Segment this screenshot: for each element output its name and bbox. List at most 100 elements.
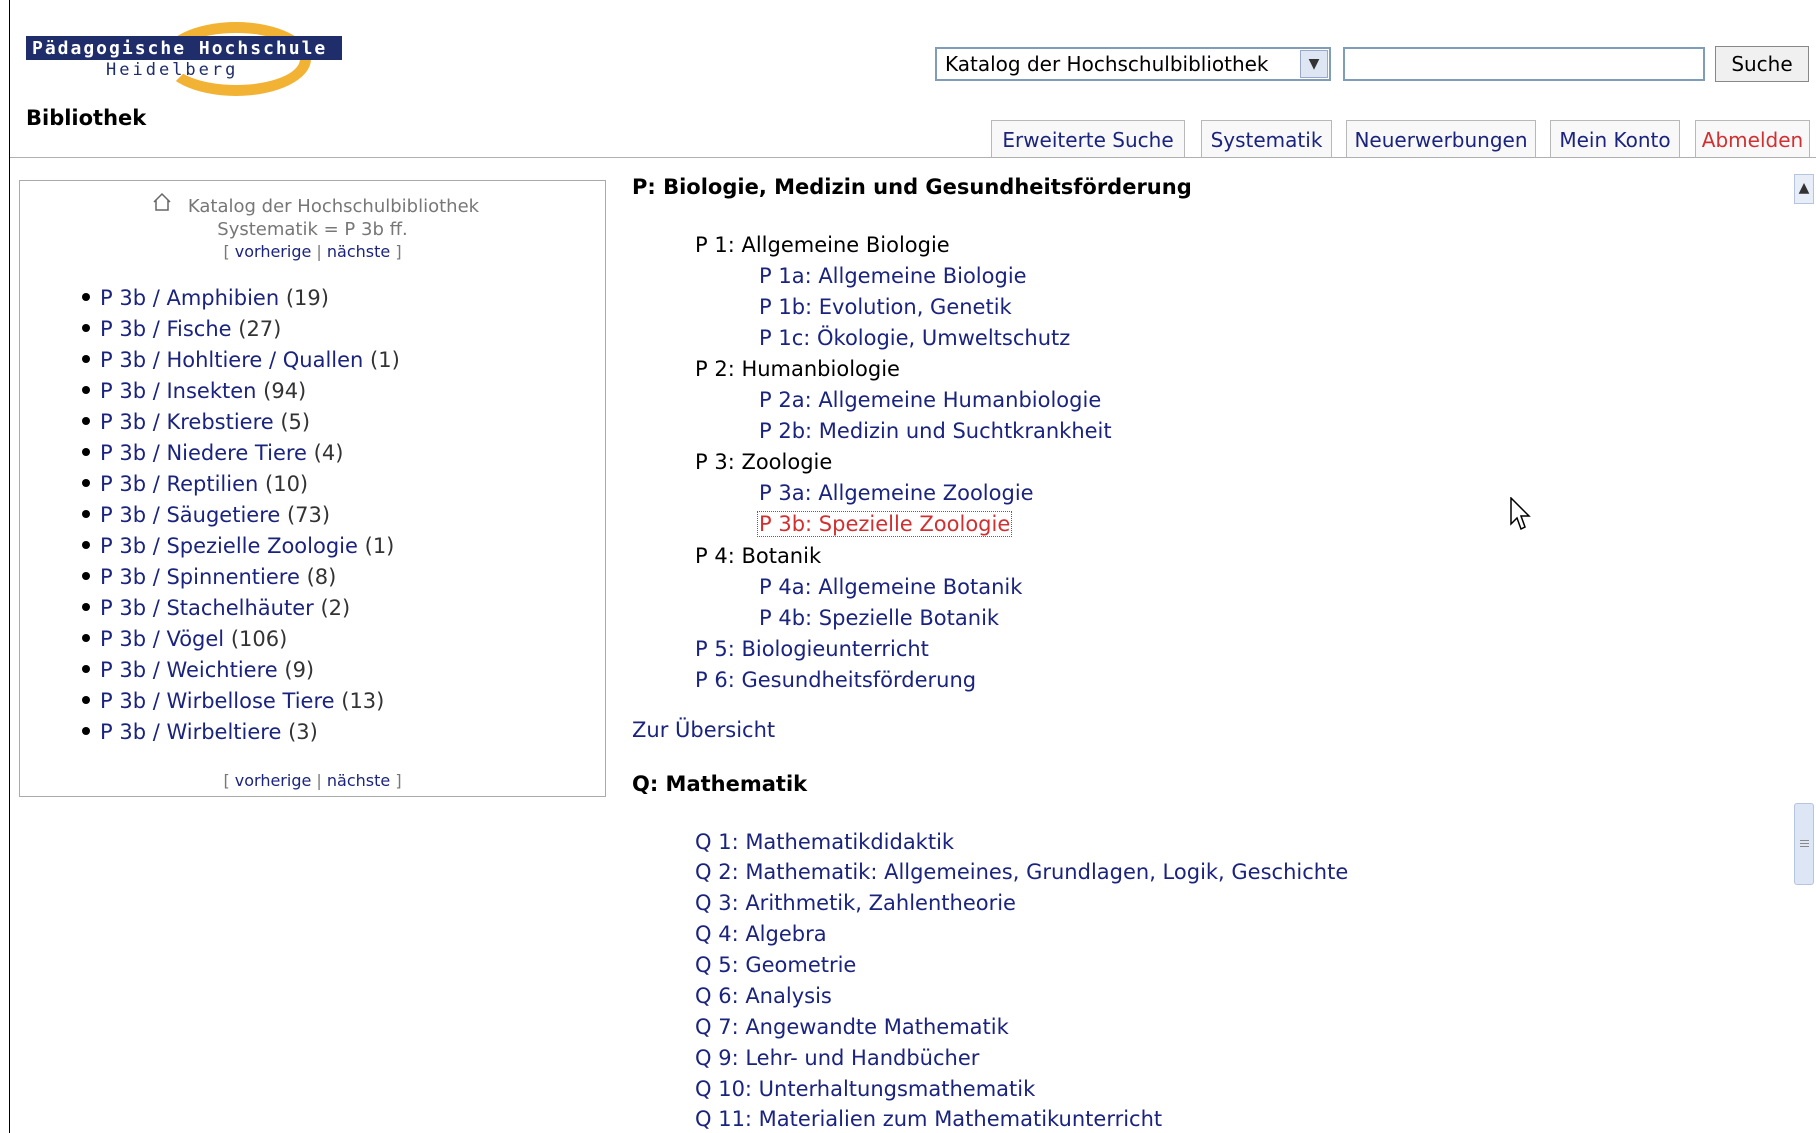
list-item[interactable]: P 3b / Insekten (94)	[82, 379, 306, 403]
list-item[interactable]: P 3b / Säugetiere (73)	[82, 503, 330, 527]
item-link[interactable]: P 3b / Amphibien	[100, 286, 279, 310]
bullet	[82, 324, 90, 332]
item-link[interactable]: P 3b / Vögel	[100, 627, 224, 651]
item-link[interactable]: P 3b / Wirbeltiere	[100, 720, 281, 744]
section-heading-q: Q: Mathematik	[632, 772, 808, 796]
category-link[interactable]: P 5: Biologieunterricht	[695, 637, 929, 661]
logo-line2: Heidelberg	[106, 60, 239, 80]
list-item[interactable]: P 3b / Krebstiere (5)	[82, 410, 310, 434]
list-item[interactable]: P 3b / Vögel (106)	[82, 627, 287, 651]
list-item[interactable]: P 3b / Niedere Tiere (4)	[82, 441, 343, 465]
next-link[interactable]: nächste	[327, 242, 390, 261]
prev-link[interactable]: vorherige	[235, 242, 312, 261]
category-link[interactable]: Q 3: Arithmetik, Zahlentheorie	[695, 891, 1016, 915]
item-count: (2)	[320, 596, 351, 620]
list-item[interactable]: P 3b / Stachelhäuter (2)	[82, 596, 350, 620]
overview-link[interactable]: Zur Übersicht	[632, 718, 775, 742]
bullet	[82, 479, 90, 487]
item-count: (10)	[265, 472, 309, 496]
next-link[interactable]: nächste	[327, 771, 390, 790]
item-link[interactable]: P 3b / Spezielle Zoologie	[100, 534, 358, 558]
category-link[interactable]: P 1a: Allgemeine Biologie	[759, 264, 1027, 288]
category-link[interactable]: Q 1: Mathematikdidaktik	[695, 830, 954, 854]
bullet	[82, 448, 90, 456]
category-link[interactable]: Q 7: Angewandte Mathematik	[695, 1015, 1009, 1039]
item-link[interactable]: P 3b / Hohltiere / Quallen	[100, 348, 363, 372]
list-item[interactable]: P 3b / Fische (27)	[82, 317, 281, 341]
item-count: (13)	[341, 689, 385, 713]
list-item[interactable]: P 3b / Reptilien (10)	[82, 472, 308, 496]
bullet	[82, 727, 90, 735]
category-link[interactable]: Q 10: Unterhaltungsmathematik	[695, 1077, 1035, 1101]
logo[interactable]: Pädagogische Hochschule Heidelberg	[26, 20, 346, 98]
bullet	[82, 634, 90, 642]
tab-mein-konto[interactable]: Mein Konto	[1550, 120, 1680, 158]
item-link[interactable]: P 3b / Krebstiere	[100, 410, 274, 434]
category-p4: P 4: Botanik	[695, 544, 822, 568]
item-link[interactable]: P 3b / Weichtiere	[100, 658, 278, 682]
item-link[interactable]: P 3b / Spinnentiere	[100, 565, 300, 589]
category-link[interactable]: P 1c: Ökologie, Umweltschutz	[759, 326, 1070, 350]
category-link[interactable]: Q 2: Mathematik: Allgemeines, Grundlagen…	[695, 860, 1348, 884]
category-link[interactable]: Q 6: Analysis	[695, 984, 832, 1008]
item-count: (1)	[370, 348, 400, 372]
item-count: (8)	[306, 565, 337, 589]
item-link[interactable]: P 3b / Niedere Tiere	[100, 441, 307, 465]
header-divider	[10, 157, 1816, 158]
category-link[interactable]: Q 4: Algebra	[695, 922, 827, 946]
item-link[interactable]: P 3b / Säugetiere	[100, 503, 280, 527]
item-count: (5)	[280, 410, 311, 434]
item-count: (19)	[285, 286, 329, 310]
item-count: (106)	[230, 627, 288, 651]
tab-abmelden[interactable]: Abmelden	[1695, 120, 1810, 158]
item-count: (4)	[313, 441, 344, 465]
bullet	[82, 417, 90, 425]
category-link[interactable]: P 2b: Medizin und Suchtkrankheit	[759, 419, 1112, 443]
bullet	[82, 665, 90, 673]
item-count: (94)	[263, 379, 307, 403]
list-item[interactable]: P 3b / Wirbellose Tiere (13)	[82, 689, 384, 713]
sidebar-catalog-label[interactable]: Katalog der Hochschulbibliothek	[146, 196, 479, 217]
tab-erweiterte-suche[interactable]: Erweiterte Suche	[991, 120, 1185, 158]
item-link[interactable]: P 3b / Stachelhäuter	[100, 596, 314, 620]
logo-line1: Pädagogische Hochschule	[32, 38, 328, 59]
tab-neuerwerbungen[interactable]: Neuerwerbungen	[1346, 120, 1536, 158]
category-link[interactable]: P 6: Gesundheitsförderung	[695, 668, 976, 692]
scrollbar-thumb[interactable]	[1794, 803, 1814, 885]
bullet	[82, 572, 90, 580]
category-link[interactable]: P 1b: Evolution, Genetik	[759, 295, 1012, 319]
item-count: (27)	[238, 317, 282, 341]
category-link-selected[interactable]: P 3b: Spezielle Zoologie	[757, 511, 1013, 537]
mouse-cursor-icon	[1510, 497, 1531, 531]
tab-systematik[interactable]: Systematik	[1201, 120, 1332, 158]
list-item[interactable]: P 3b / Spezielle Zoologie (1)	[82, 534, 394, 558]
category-link[interactable]: P 4a: Allgemeine Botanik	[759, 575, 1022, 599]
item-link[interactable]: P 3b / Fische	[100, 317, 232, 341]
list-item[interactable]: P 3b / Spinnentiere (8)	[82, 565, 336, 589]
scroll-up-button[interactable]: ▲	[1794, 174, 1814, 204]
item-link[interactable]: P 3b / Reptilien	[100, 472, 258, 496]
category-link[interactable]: P 2a: Allgemeine Humanbiologie	[759, 388, 1101, 412]
list-item[interactable]: P 3b / Amphibien (19)	[82, 286, 329, 310]
category-link[interactable]: Q 11: Materialien zum Mathematikunterric…	[695, 1107, 1162, 1131]
list-item[interactable]: P 3b / Weichtiere (9)	[82, 658, 314, 682]
category-link[interactable]: P 3a: Allgemeine Zoologie	[759, 481, 1034, 505]
chevron-down-icon[interactable]: ▼	[1300, 50, 1328, 78]
section-heading-p: P: Biologie, Medizin und Gesundheitsförd…	[632, 175, 1192, 199]
item-link[interactable]: P 3b / Wirbellose Tiere	[100, 689, 335, 713]
category-link[interactable]: P 4b: Spezielle Botanik	[759, 606, 999, 630]
list-item[interactable]: P 3b / Hohltiere / Quallen (1)	[82, 348, 400, 372]
item-count: (3)	[288, 720, 318, 744]
item-link[interactable]: P 3b / Insekten	[100, 379, 256, 403]
sidebar-catalog: Katalog der Hochschulbibliothek	[19, 196, 606, 217]
list-item[interactable]: P 3b / Wirbeltiere (3)	[82, 720, 318, 744]
category-link[interactable]: Q 5: Geometrie	[695, 953, 856, 977]
bullet	[82, 603, 90, 611]
category-link[interactable]: Q 9: Lehr- und Handbücher	[695, 1046, 979, 1070]
bullet	[82, 355, 90, 363]
search-button[interactable]: Suche	[1715, 46, 1809, 82]
bullet	[82, 510, 90, 518]
catalog-select[interactable]: Katalog der Hochschulbibliothek ▼	[935, 47, 1331, 81]
prev-link[interactable]: vorherige	[235, 771, 312, 790]
search-input[interactable]	[1343, 47, 1705, 81]
